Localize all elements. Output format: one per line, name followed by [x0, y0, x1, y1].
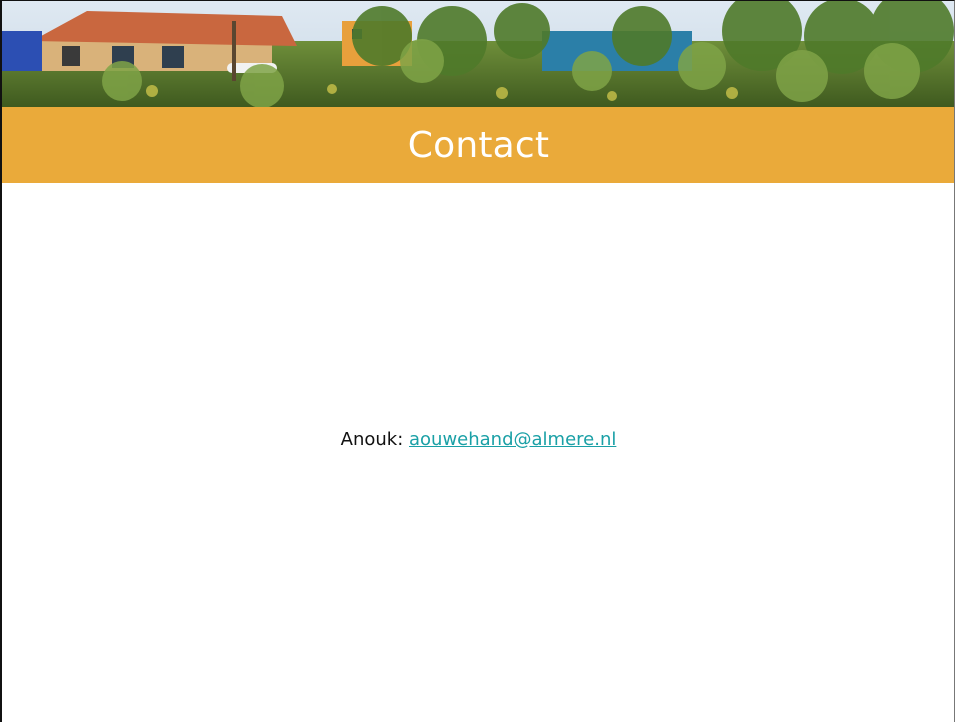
contact-line: Anouk: aouwehand@almere.nl	[2, 429, 954, 450]
slide-title: Contact	[407, 124, 550, 166]
title-band: Contact	[2, 107, 954, 183]
contact-name-label: Anouk:	[340, 429, 404, 450]
header-photo	[2, 1, 954, 107]
contact-email-link[interactable]: aouwehand@almere.nl	[409, 429, 616, 450]
slide: Contact Anouk: aouwehand@almere.nl	[0, 0, 955, 722]
